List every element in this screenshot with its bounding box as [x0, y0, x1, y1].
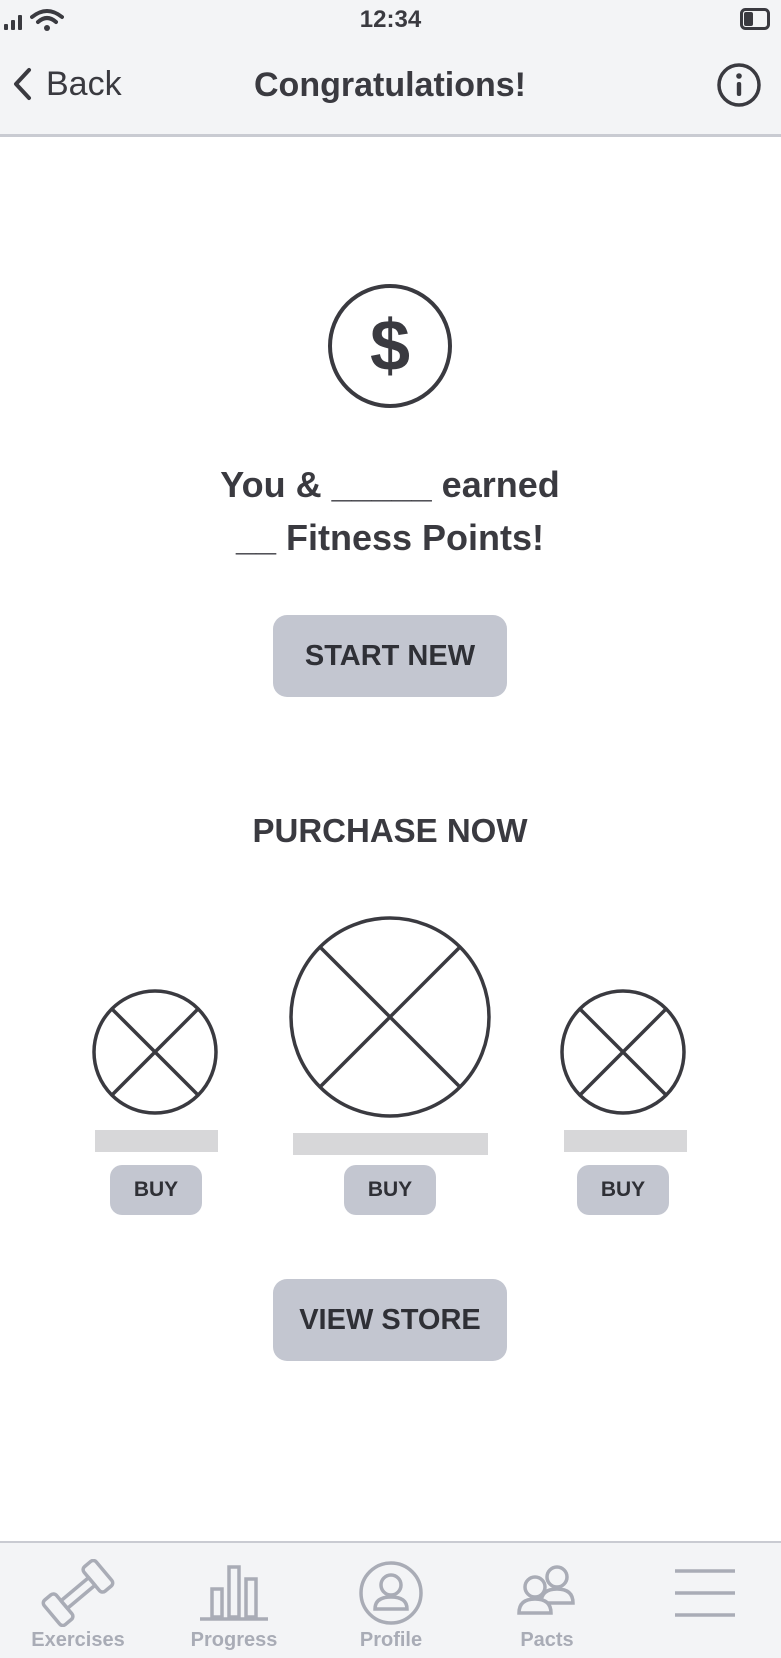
tab-exercises[interactable]: Exercises — [0, 1543, 156, 1658]
dollar-coin-icon: $ — [328, 284, 452, 408]
earned-line-1: You & _____ earned — [220, 464, 560, 505]
dollar-symbol: $ — [370, 306, 410, 386]
bar-chart-icon — [200, 1565, 268, 1621]
info-icon[interactable] — [716, 62, 762, 108]
battery-icon — [740, 8, 770, 30]
product-image-placeholder[interactable] — [560, 989, 686, 1115]
tab-pacts[interactable]: Pacts — [469, 1543, 625, 1658]
tab-label: Profile — [359, 1629, 423, 1651]
earned-line-2: __ Fitness Points! — [235, 517, 545, 558]
status-time: 12:34 — [359, 6, 422, 33]
purchase-now-heading: PURCHASE NOW — [252, 812, 528, 849]
chevron-left-icon — [14, 68, 31, 100]
start-new-button[interactable]: START NEW — [273, 615, 507, 697]
product-name-placeholder — [95, 1130, 218, 1152]
tab-bar: Exercises Progress Profile Pacts — [0, 1541, 781, 1658]
tab-label: Progress — [190, 1629, 278, 1651]
back-button[interactable]: Back — [12, 62, 122, 106]
buy-button[interactable]: BUY — [577, 1165, 669, 1215]
nav-bar: Back Congratulations! — [0, 40, 781, 137]
person-circle-icon — [359, 1561, 423, 1625]
view-store-button[interactable]: VIEW STORE — [273, 1279, 507, 1361]
tab-menu[interactable] — [625, 1543, 781, 1658]
tab-profile[interactable]: Profile — [313, 1543, 469, 1658]
product-image-placeholder[interactable] — [288, 914, 492, 1120]
dumbbell-icon — [41, 1559, 115, 1627]
group-icon — [517, 1565, 575, 1615]
product-name-placeholder — [293, 1133, 488, 1155]
buy-button[interactable]: BUY — [344, 1165, 436, 1215]
earned-points-message: You & _____ earned __ Fitness Points! — [140, 458, 640, 564]
tab-progress[interactable]: Progress — [156, 1543, 312, 1658]
product-image-placeholder[interactable] — [92, 989, 218, 1115]
status-bar: 12:34 — [0, 0, 781, 40]
tab-label: Exercises — [31, 1629, 125, 1651]
back-label: Back — [46, 64, 122, 103]
page-title: Congratulations! — [254, 66, 526, 104]
product-name-placeholder — [564, 1130, 687, 1152]
hamburger-menu-icon — [675, 1569, 735, 1617]
buy-button[interactable]: BUY — [110, 1165, 202, 1215]
tab-label: Pacts — [520, 1629, 574, 1651]
